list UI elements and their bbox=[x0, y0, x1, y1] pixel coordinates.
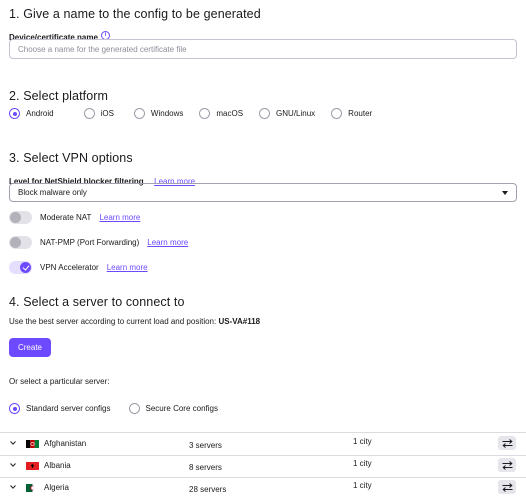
swap-arrows-icon bbox=[501, 460, 513, 470]
platform-option-windows[interactable]: Windows bbox=[133, 108, 184, 119]
swap-arrows-icon bbox=[501, 482, 513, 492]
radio-icon[interactable] bbox=[128, 403, 140, 414]
best-server-text: Use the best server according to current… bbox=[9, 317, 217, 326]
config-type-radio-group: Standard server configs Secure Core conf… bbox=[9, 403, 234, 414]
server-count: 28 servers bbox=[189, 485, 227, 494]
config-option-label: Standard server configs bbox=[26, 404, 111, 413]
section-3-title: 3. Select VPN options bbox=[9, 151, 133, 165]
platform-option-android[interactable]: Android bbox=[9, 108, 54, 119]
radio-icon[interactable] bbox=[133, 108, 145, 119]
platform-label: GNU/Linux bbox=[276, 109, 316, 118]
platform-option-gnulinux[interactable]: GNU/Linux bbox=[259, 108, 315, 119]
city-count: 1 city bbox=[353, 437, 372, 446]
config-option-standard[interactable]: Standard server configs bbox=[9, 403, 111, 414]
platform-option-router[interactable]: Router bbox=[331, 108, 372, 119]
section-4-title: 4. Select a server to connect to bbox=[9, 295, 185, 309]
download-button[interactable] bbox=[498, 436, 516, 450]
nat-pmp-toggle[interactable] bbox=[9, 236, 32, 249]
table-row[interactable]: Algeria 28 servers 1 city bbox=[0, 478, 526, 500]
city-count: 1 city bbox=[353, 459, 372, 468]
platform-option-macos[interactable]: macOS bbox=[199, 108, 243, 119]
chevron-down-icon bbox=[502, 190, 508, 195]
netshield-selected-value: Block malware only bbox=[18, 188, 87, 197]
config-option-secure-core[interactable]: Secure Core configs bbox=[128, 403, 218, 414]
table-row[interactable]: Afghanistan 3 servers 1 city bbox=[0, 434, 526, 456]
toggle-row-moderate-nat: Moderate NAT Learn more bbox=[9, 211, 140, 224]
nat-pmp-learn-more-link[interactable]: Learn more bbox=[147, 238, 188, 247]
table-divider bbox=[0, 432, 526, 433]
country-name: Afghanistan bbox=[44, 439, 87, 448]
chevron-down-icon[interactable] bbox=[10, 462, 16, 468]
toggle-label: VPN Accelerator bbox=[40, 263, 99, 272]
platform-label: iOS bbox=[100, 109, 114, 118]
platform-label: macOS bbox=[216, 109, 244, 118]
chevron-down-icon[interactable] bbox=[10, 440, 16, 446]
config-option-label: Secure Core configs bbox=[145, 404, 218, 413]
download-button[interactable] bbox=[498, 480, 516, 494]
moderate-nat-toggle[interactable] bbox=[9, 211, 32, 224]
device-name-placeholder: Choose a name for the generated certific… bbox=[18, 44, 187, 54]
vpn-accelerator-toggle[interactable] bbox=[9, 261, 32, 274]
or-select-label: Or select a particular server: bbox=[9, 377, 110, 386]
moderate-nat-learn-more-link[interactable]: Learn more bbox=[99, 213, 140, 222]
platform-label: Router bbox=[348, 109, 373, 118]
toggle-knob bbox=[10, 237, 21, 248]
platform-radio-group: Android iOS Windows macOS GNU/Linux Rout… bbox=[9, 108, 388, 119]
toggle-knob bbox=[10, 212, 21, 223]
toggle-label: NAT-PMP (Port Forwarding) bbox=[40, 238, 140, 247]
platform-label: Android bbox=[26, 109, 54, 118]
radio-selected-icon[interactable] bbox=[9, 403, 20, 414]
flag-algeria-icon bbox=[26, 484, 39, 492]
server-count: 8 servers bbox=[189, 463, 222, 472]
flag-afghanistan-icon bbox=[26, 440, 39, 448]
toggle-label: Moderate NAT bbox=[40, 213, 92, 222]
flag-albania-icon bbox=[26, 462, 39, 470]
server-count: 3 servers bbox=[189, 441, 222, 450]
country-name: Albania bbox=[44, 461, 71, 470]
swap-arrows-icon bbox=[501, 438, 513, 448]
section-1-title: 1. Give a name to the config to be gener… bbox=[9, 7, 261, 21]
table-row[interactable]: Albania 8 servers 1 city bbox=[0, 456, 526, 478]
country-name: Algeria bbox=[44, 483, 69, 492]
toggle-row-nat-pmp: NAT-PMP (Port Forwarding) Learn more bbox=[9, 236, 188, 249]
best-server-line: Use the best server according to current… bbox=[9, 317, 260, 326]
toggle-row-vpn-accelerator: VPN Accelerator Learn more bbox=[9, 261, 148, 274]
radio-icon[interactable] bbox=[199, 108, 211, 119]
radio-icon[interactable] bbox=[83, 108, 95, 119]
chevron-down-icon[interactable] bbox=[10, 484, 16, 490]
platform-option-ios[interactable]: iOS bbox=[83, 108, 114, 119]
netshield-select[interactable]: Block malware only bbox=[9, 183, 517, 202]
checkmark-icon bbox=[20, 262, 31, 273]
radio-selected-icon[interactable] bbox=[9, 108, 20, 119]
download-button[interactable] bbox=[498, 458, 516, 472]
create-button[interactable]: Create bbox=[9, 338, 51, 357]
radio-icon[interactable] bbox=[259, 108, 271, 119]
radio-icon[interactable] bbox=[331, 108, 343, 119]
city-count: 1 city bbox=[353, 481, 372, 490]
device-name-input[interactable]: Choose a name for the generated certific… bbox=[9, 39, 517, 59]
vpn-accelerator-learn-more-link[interactable]: Learn more bbox=[107, 263, 148, 272]
section-2-title: 2. Select platform bbox=[9, 89, 109, 103]
platform-label: Windows bbox=[150, 109, 184, 118]
best-server-name: US-VA#118 bbox=[218, 317, 261, 326]
